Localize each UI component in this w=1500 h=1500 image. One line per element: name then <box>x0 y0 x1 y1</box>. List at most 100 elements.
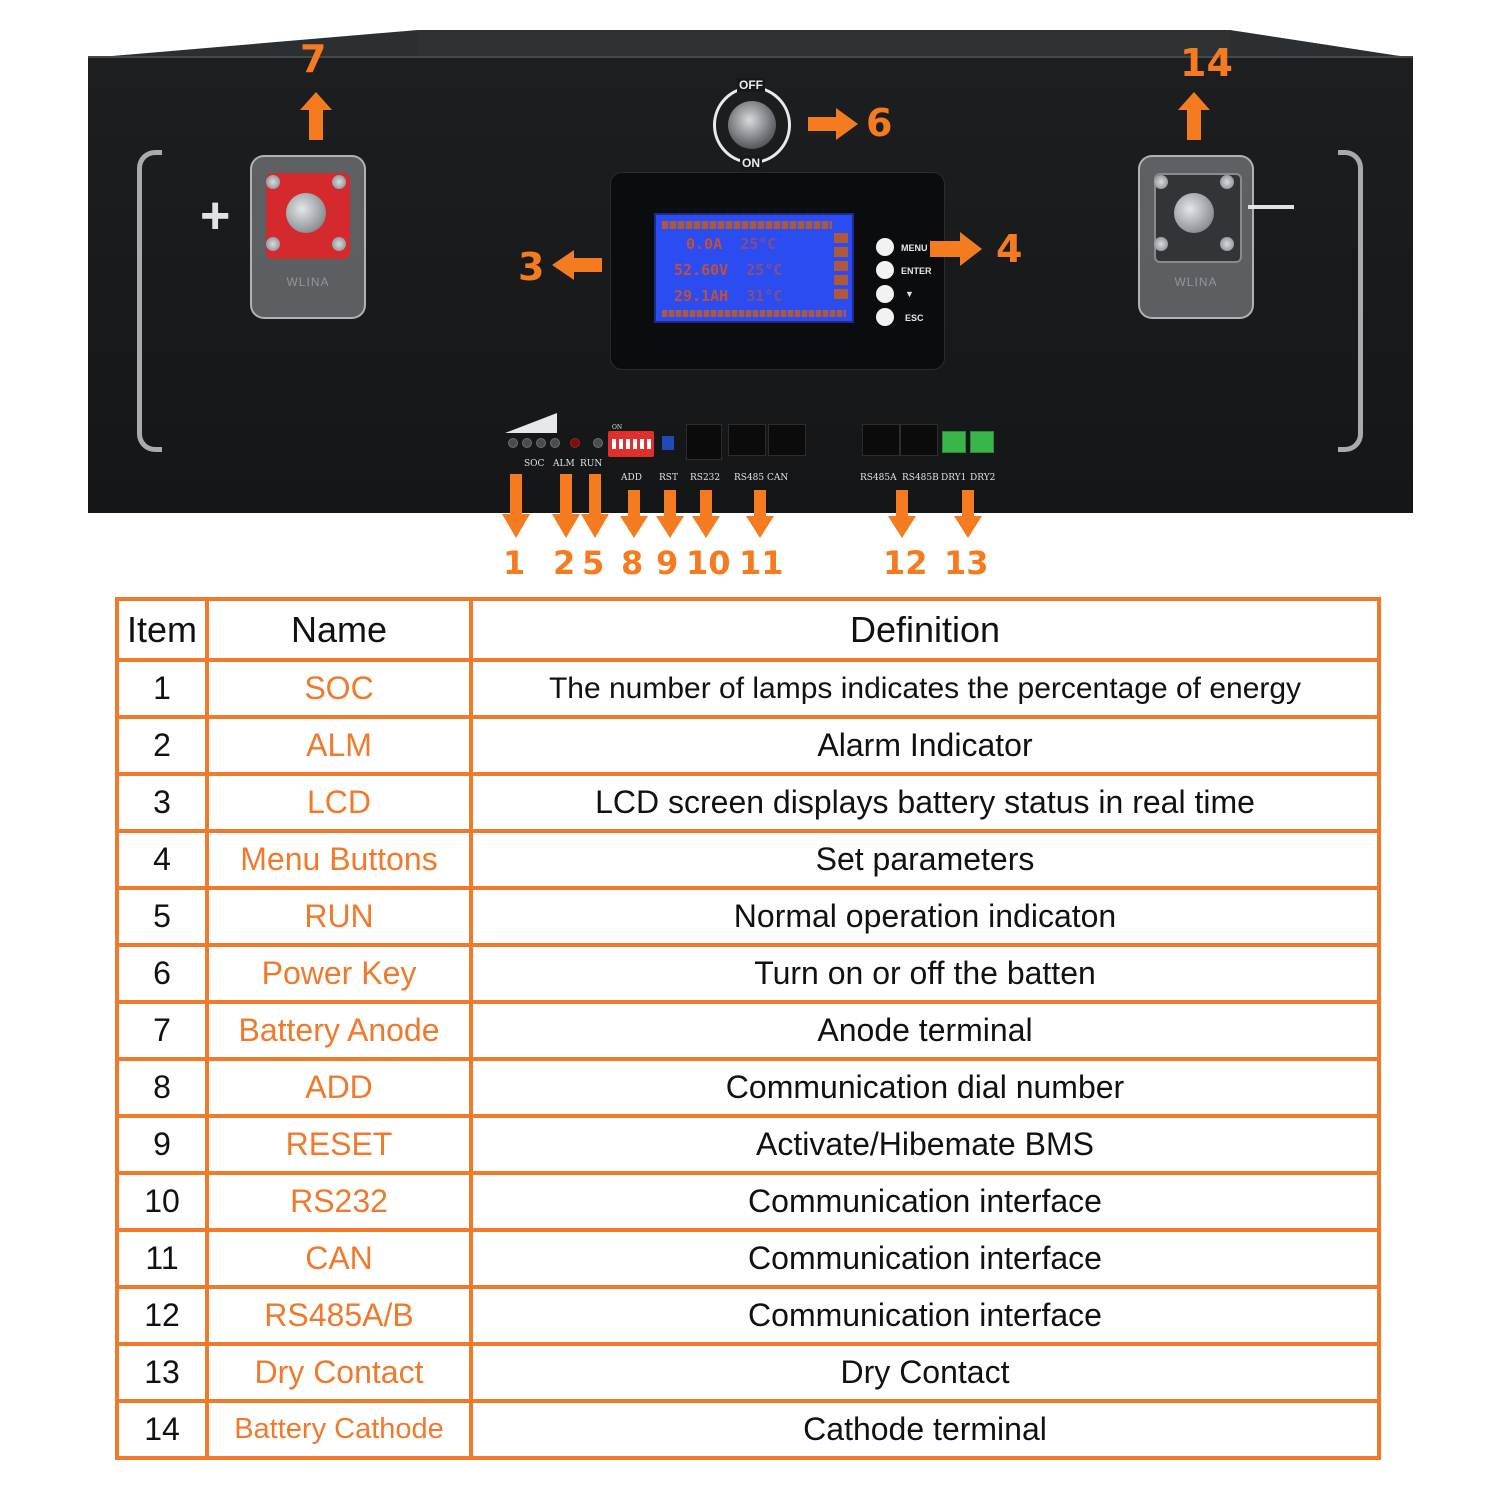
arrow-down-icon <box>620 490 648 538</box>
rs485b-port[interactable] <box>900 424 938 456</box>
terminal-brand: WLINA <box>286 275 330 289</box>
soc-ramp-icon <box>505 413 557 433</box>
screw-icon <box>1154 237 1168 251</box>
dry2-label: DRY2 <box>970 473 996 483</box>
arrow-right-icon <box>930 232 982 266</box>
positive-sign: + <box>200 187 231 245</box>
row-definition: Activate/Hibemate BMS <box>469 1114 1381 1175</box>
screw-icon <box>1220 175 1234 189</box>
table-header-row: Item Name Definition <box>115 597 1381 662</box>
table-row: 9 RESET Activate/Hibemate BMS <box>115 1114 1381 1175</box>
add-dip-switch[interactable] <box>608 431 654 457</box>
callout-9: 9 <box>656 544 679 582</box>
callout-4: 4 <box>996 227 1023 271</box>
reset-button[interactable] <box>662 436 674 450</box>
row-item-number: 13 <box>115 1342 209 1403</box>
left-handle <box>137 150 162 452</box>
row-item-number: 8 <box>115 1057 209 1118</box>
chassis-top <box>418 30 1230 58</box>
dry2-connector[interactable] <box>970 431 994 453</box>
row-item-number: 7 <box>115 1000 209 1061</box>
table-row: 5 RUN Normal operation indicaton <box>115 886 1381 947</box>
rs232-port[interactable] <box>686 424 722 460</box>
power-key-switch[interactable] <box>713 86 791 164</box>
row-item-number: 9 <box>115 1114 209 1175</box>
row-name: RS485A/B <box>205 1285 473 1346</box>
terminal-brand: WLINA <box>1174 275 1218 289</box>
dry1-connector[interactable] <box>942 431 966 453</box>
row-item-number: 11 <box>115 1228 209 1289</box>
row-item-number: 6 <box>115 943 209 1004</box>
dry1-label: DRY1 <box>941 473 967 483</box>
esc-label: ESC <box>905 313 924 323</box>
row-item-number: 5 <box>115 886 209 947</box>
arrow-left-icon <box>552 250 602 280</box>
row-definition: Communication interface <box>469 1171 1381 1232</box>
row-name: ADD <box>205 1057 473 1118</box>
rs485-port[interactable] <box>728 424 766 456</box>
row-name: Battery Cathode <box>205 1399 473 1460</box>
lcd-soc-bar <box>834 261 848 271</box>
down-button[interactable] <box>876 285 894 303</box>
row-item-number: 10 <box>115 1171 209 1232</box>
callout-5: 5 <box>582 544 605 582</box>
rs485-can-label: RS485 CAN <box>734 473 789 483</box>
soc-led <box>536 438 546 448</box>
soc-label: SOC <box>524 459 545 469</box>
table-row: 13 Dry Contact Dry Contact <box>115 1342 1381 1403</box>
table-row: 2 ALM Alarm Indicator <box>115 715 1381 776</box>
callout-7: 7 <box>300 37 327 81</box>
battery-anode-terminal: WLINA <box>250 155 366 319</box>
header-name: Name <box>205 597 473 662</box>
row-name: LCD <box>205 772 473 833</box>
screw-icon <box>332 237 346 251</box>
screw-icon <box>1154 175 1168 189</box>
esc-button[interactable] <box>876 308 894 326</box>
chassis-top-left-bevel <box>88 30 418 58</box>
rst-label: RST <box>659 473 678 483</box>
table-row: 10 RS232 Communication interface <box>115 1171 1381 1232</box>
menu-button[interactable] <box>876 238 894 256</box>
lcd-status-bar <box>662 221 832 229</box>
callout-13: 13 <box>944 544 989 582</box>
callout-6: 6 <box>866 101 893 145</box>
row-name: SOC <box>205 658 473 719</box>
row-name: RESET <box>205 1114 473 1175</box>
rs485a-label: RS485A <box>860 473 897 483</box>
down-arrow-icon: ▼ <box>905 289 914 299</box>
battery-cathode-terminal: WLINA <box>1138 155 1254 319</box>
header-item: Item <box>115 597 209 662</box>
rs232-label: RS232 <box>690 473 721 483</box>
callout-3: 3 <box>518 245 545 289</box>
arrow-down-icon <box>552 474 580 538</box>
lcd-soc-bar <box>834 247 848 257</box>
run-led <box>593 438 603 448</box>
lcd-soc-bar <box>834 275 848 285</box>
negative-sign <box>1248 205 1294 209</box>
callout-8: 8 <box>621 544 644 582</box>
can-port[interactable] <box>768 424 806 456</box>
alm-label: ALM <box>553 459 575 469</box>
lcd-capacity: 29.1AH 31°C <box>674 287 783 305</box>
bolt-icon <box>1174 193 1214 233</box>
row-definition: Communication interface <box>469 1228 1381 1289</box>
arrow-down-icon <box>502 474 530 538</box>
callout-2: 2 <box>553 544 576 582</box>
row-definition: Cathode terminal <box>469 1399 1381 1460</box>
table-body: 1 SOC The number of lamps indicates the pe… <box>115 658 1381 1460</box>
alm-led <box>570 438 580 448</box>
row-item-number: 12 <box>115 1285 209 1346</box>
row-item-number: 3 <box>115 772 209 833</box>
row-name: ALM <box>205 715 473 776</box>
chassis-top-right-bevel <box>1230 30 1413 58</box>
lcd-soc-bar <box>834 233 848 243</box>
row-definition: Anode terminal <box>469 1000 1381 1061</box>
rs485b-label: RS485B <box>902 473 939 483</box>
rs485a-port[interactable] <box>862 424 900 456</box>
lcd-current: 0.0A 25°C <box>686 235 777 253</box>
row-name: CAN <box>205 1228 473 1289</box>
row-definition: Turn on or off the batten <box>469 943 1381 1004</box>
arrow-down-icon <box>656 490 684 538</box>
table-row: 8 ADD Communication dial number <box>115 1057 1381 1118</box>
enter-button[interactable] <box>876 261 894 279</box>
